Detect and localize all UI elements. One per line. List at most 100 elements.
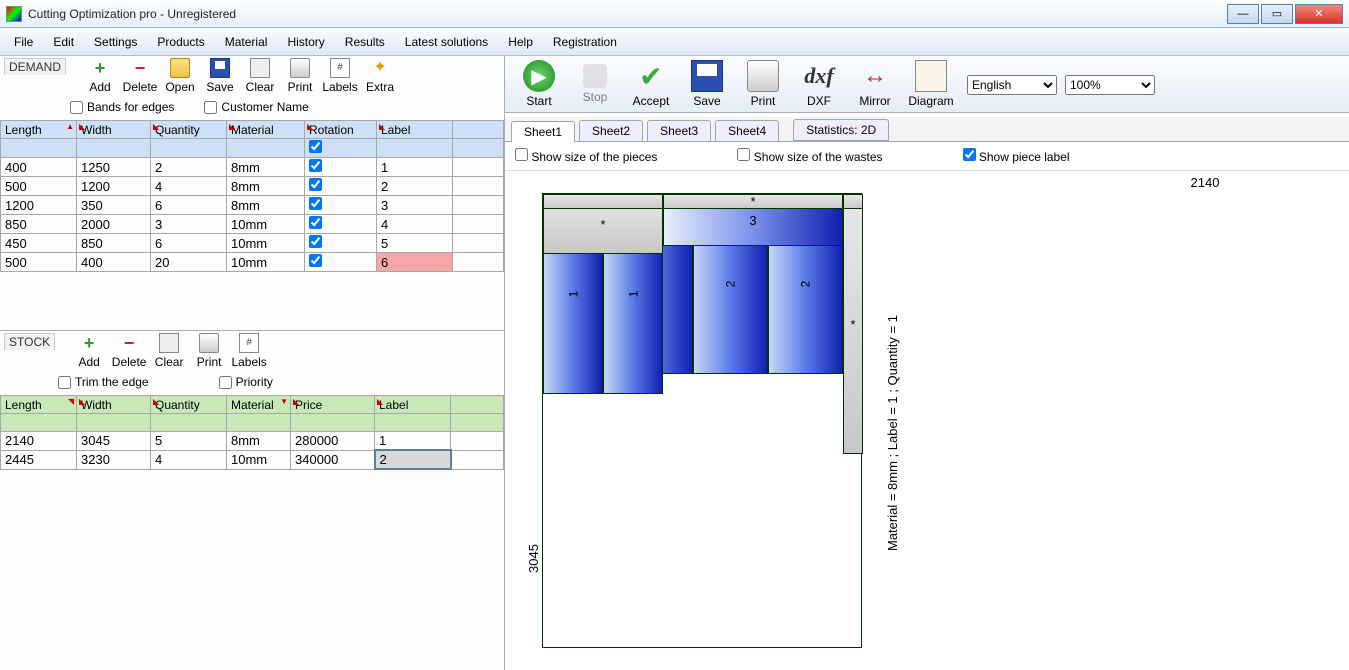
table-row[interactable]: 2140304558mm2800001 — [1, 432, 504, 451]
table-row[interactable]: 24453230410mm3400002 — [1, 450, 504, 469]
customer-checkbox[interactable]: Customer Name — [204, 100, 308, 114]
minimize-button[interactable]: — — [1227, 4, 1259, 24]
check-icon: ✔ — [635, 60, 667, 92]
rot-checkbox[interactable] — [309, 235, 322, 248]
table-row[interactable]: 5004002010mm6 — [1, 253, 504, 272]
stop-button[interactable]: Stop — [567, 62, 623, 106]
stop-icon — [583, 64, 607, 88]
waste: * — [843, 194, 863, 454]
col-label[interactable]: Label◣ — [377, 121, 453, 139]
table-row[interactable]: 500120048mm2 — [1, 177, 504, 196]
menu-registration[interactable]: Registration — [543, 31, 627, 53]
clear-icon — [250, 58, 270, 78]
table-row[interactable]: 400125028mm1 — [1, 158, 504, 177]
menu-settings[interactable]: Settings — [84, 31, 147, 53]
col-width[interactable]: Width◣ — [77, 121, 151, 139]
menu-help[interactable]: Help — [498, 31, 543, 53]
demand-labels-button[interactable]: #Labels — [320, 58, 360, 94]
zoom-select[interactable]: 100% — [1065, 75, 1155, 95]
stock-header: STOCK — [0, 331, 63, 373]
menu-results[interactable]: Results — [335, 31, 395, 53]
demand-delete-button[interactable]: −Delete — [120, 58, 160, 94]
demand-add-button[interactable]: +Add — [80, 58, 120, 94]
show-piece-size-checkbox[interactable]: Show size of the pieces — [515, 148, 657, 164]
clear-icon — [159, 333, 179, 353]
tab-sheet3[interactable]: Sheet3 — [647, 120, 711, 141]
tab-sheet1[interactable]: Sheet1 — [511, 121, 575, 142]
sheet-width-label: 2140 — [1191, 175, 1220, 190]
scol-price[interactable]: Price◣ — [291, 396, 375, 414]
rot-checkbox[interactable] — [309, 197, 322, 210]
stock-clear-button[interactable]: Clear — [149, 333, 189, 369]
table-row[interactable]: 120035068mm3 — [1, 196, 504, 215]
rot-all-checkbox[interactable] — [309, 140, 322, 153]
scol-length[interactable]: Length◥ — [1, 396, 77, 414]
stock-table[interactable]: Length◥ Width◣ Quantity◣ Material▼ Price… — [0, 395, 504, 470]
plus-icon: + — [79, 333, 99, 353]
demand-save-button[interactable]: Save — [200, 58, 240, 94]
scol-label[interactable]: Label◣ — [375, 396, 451, 414]
menu-material[interactable]: Material — [215, 31, 278, 53]
print-result-button[interactable]: Print — [735, 58, 791, 110]
show-piece-label-checkbox[interactable]: Show piece label — [963, 148, 1070, 164]
stock-delete-button[interactable]: −Delete — [109, 333, 149, 369]
col-mat[interactable]: Material◣ — [227, 121, 305, 139]
save-result-button[interactable]: Save — [679, 58, 735, 110]
table-row[interactable]: 450850610mm5 — [1, 234, 504, 253]
table-row[interactable]: 8502000310mm4 — [1, 215, 504, 234]
bands-checkbox[interactable]: Bands for edges — [70, 100, 174, 114]
stock-print-button[interactable]: Print — [189, 333, 229, 369]
dxf-button[interactable]: dxfDXF — [791, 58, 847, 110]
menu-products[interactable]: Products — [147, 31, 214, 53]
language-select[interactable]: English — [967, 75, 1057, 95]
save-icon — [210, 58, 230, 78]
demand-clear-button[interactable]: Clear — [240, 58, 280, 94]
tab-statistics[interactable]: Statistics: 2D — [793, 119, 889, 141]
rot-checkbox[interactable] — [309, 159, 322, 172]
diagram-icon — [915, 60, 947, 92]
scol-qty[interactable]: Quantity◣ — [151, 396, 227, 414]
plus-icon: + — [90, 58, 110, 78]
demand-extra-button[interactable]: ✦Extra — [360, 58, 400, 94]
tab-sheet2[interactable]: Sheet2 — [579, 120, 643, 141]
save-icon — [691, 60, 723, 92]
scol-mat[interactable]: Material▼ — [227, 396, 291, 414]
demand-print-button[interactable]: Print — [280, 58, 320, 94]
menu-file[interactable]: File — [4, 31, 43, 53]
scol-width[interactable]: Width◣ — [77, 396, 151, 414]
rot-checkbox[interactable] — [309, 254, 322, 267]
mirror-icon: ↔ — [859, 60, 891, 92]
diagram-button[interactable]: Diagram — [903, 58, 959, 110]
demand-open-button[interactable]: Open — [160, 58, 200, 94]
sheet-info-label: Material = 8mm ; Label = 1 ; Quantity = … — [885, 315, 900, 551]
col-qty[interactable]: Quantity◣ — [151, 121, 227, 139]
maximize-button[interactable]: ▭ — [1261, 4, 1293, 24]
demand-table[interactable]: Length▲ Width◣ Quantity◣ Material◣ Rotat… — [0, 120, 504, 272]
rot-checkbox[interactable] — [309, 178, 322, 191]
rot-checkbox[interactable] — [309, 216, 322, 229]
window-title: Cutting Optimization pro - Unregistered — [28, 7, 236, 21]
stock-add-button[interactable]: +Add — [69, 333, 109, 369]
tab-sheet4[interactable]: Sheet4 — [715, 120, 779, 141]
col-rot[interactable]: Rotation◣ — [305, 121, 377, 139]
layout-canvas[interactable]: 2140 3045 Material = 8mm ; Label = 1 ; Q… — [505, 171, 1349, 670]
close-button[interactable]: ✕ — [1295, 4, 1343, 24]
labels-icon: # — [239, 333, 259, 353]
minus-icon: − — [130, 58, 150, 78]
sheet-height-label: 3045 — [526, 544, 541, 573]
col-length[interactable]: Length▲ — [1, 121, 77, 139]
start-button[interactable]: ▶Start — [511, 58, 567, 110]
trim-checkbox[interactable]: Trim the edge — [58, 375, 149, 389]
priority-checkbox[interactable]: Priority — [219, 375, 273, 389]
waste — [543, 194, 663, 209]
accept-button[interactable]: ✔Accept — [623, 58, 679, 110]
mirror-button[interactable]: ↔Mirror — [847, 58, 903, 110]
minus-icon: − — [119, 333, 139, 353]
print-icon — [199, 333, 219, 353]
show-waste-size-checkbox[interactable]: Show size of the wastes — [737, 148, 882, 164]
menu-latest[interactable]: Latest solutions — [395, 31, 498, 53]
menu-history[interactable]: History — [277, 31, 334, 53]
menu-edit[interactable]: Edit — [43, 31, 84, 53]
stock-labels-button[interactable]: #Labels — [229, 333, 269, 369]
app-icon — [6, 6, 22, 22]
